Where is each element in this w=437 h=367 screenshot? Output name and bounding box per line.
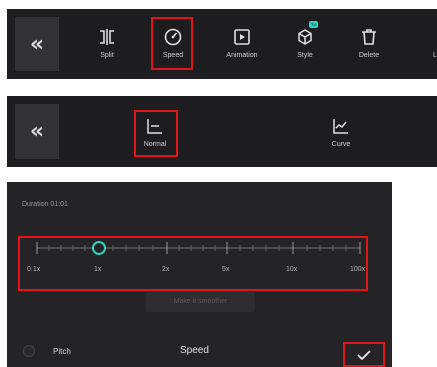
curve-mode-button[interactable]: Curve — [321, 116, 361, 148]
slider-highlight — [18, 236, 368, 291]
style-button[interactable]: TV Style — [287, 21, 323, 59]
animation-icon — [234, 29, 250, 45]
confirm-button[interactable] — [343, 342, 385, 367]
double-chevron-left-icon: « — [29, 31, 45, 57]
double-chevron-left-icon: « — [29, 119, 45, 144]
speed-mode-bar: « Normal Curve — [7, 96, 437, 167]
animation-button[interactable]: Animation — [217, 27, 267, 59]
pitch-toggle[interactable]: Pitch — [23, 345, 71, 357]
duration-label: Duration 01:01 — [22, 201, 68, 208]
split-label: Split — [100, 52, 114, 59]
style-label: Style — [297, 52, 313, 59]
delete-label: Delete — [358, 52, 380, 59]
pitch-radio[interactable] — [23, 345, 35, 357]
back-button[interactable]: « — [15, 17, 59, 71]
style-cube-icon — [298, 29, 312, 45]
curve-label: Curve — [331, 141, 351, 148]
more-tool-label: L — [433, 52, 437, 59]
speed-panel: Duration 01:01 0.1x 1x 2x 5x 10x 100x Ma… — [7, 182, 392, 367]
back-button[interactable]: « — [15, 104, 59, 159]
trash-icon — [362, 29, 376, 45]
normal-highlight — [134, 110, 178, 157]
make-smoother-button[interactable]: Make it smoother — [146, 292, 255, 312]
pitch-label: Pitch — [53, 346, 71, 356]
panel-title: Speed — [180, 345, 209, 356]
delete-button[interactable]: Delete — [351, 27, 387, 59]
edit-toolbar: « Split Speed Animation TV Style Delete … — [7, 9, 437, 79]
style-badge: TV — [309, 21, 319, 28]
speed-highlight — [151, 17, 193, 70]
checkmark-icon — [357, 349, 371, 360]
split-icon — [100, 29, 114, 45]
split-button[interactable]: Split — [89, 27, 125, 59]
more-tool-button[interactable]: L — [425, 27, 437, 59]
animation-label: Animation — [226, 52, 258, 59]
curve-chart-icon — [333, 119, 348, 134]
